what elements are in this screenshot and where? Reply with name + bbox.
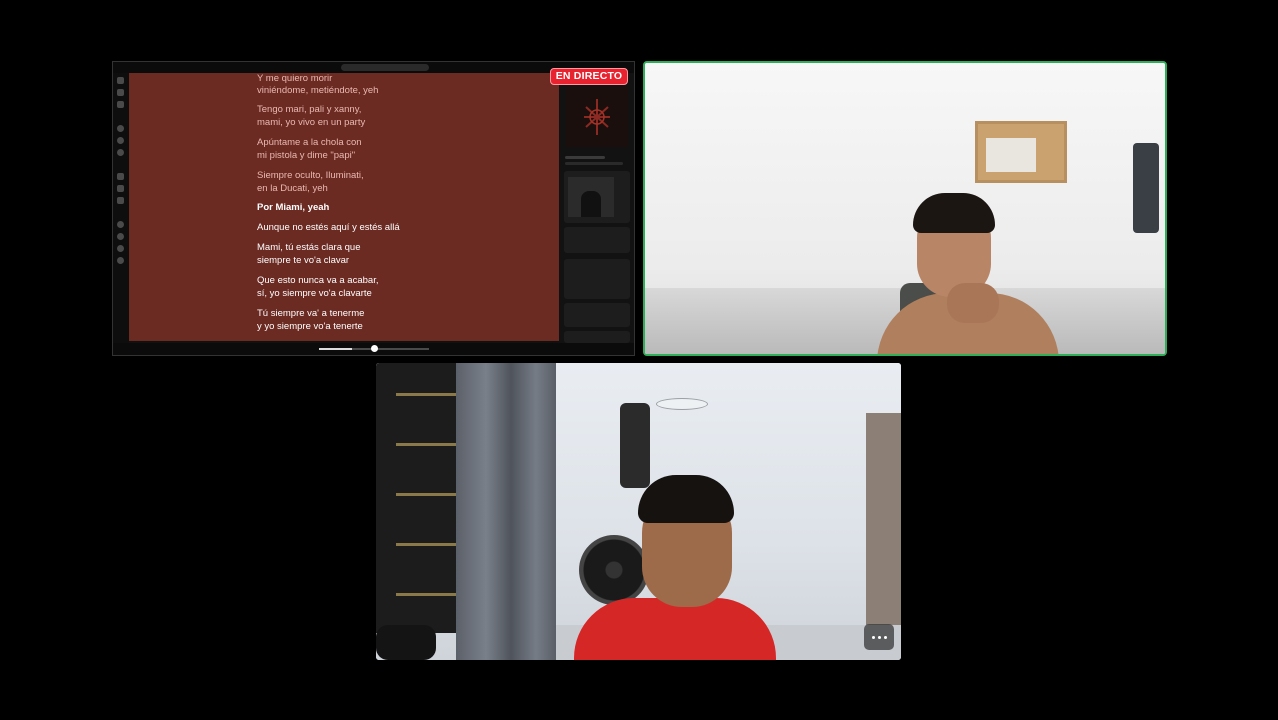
playlist-icon[interactable] [117, 221, 124, 228]
lyric-line[interactable]: siempre te vo'a clavar [257, 254, 349, 267]
lyric-line[interactable]: Mami, tú estás clara que [257, 241, 361, 254]
address-bar[interactable] [341, 64, 429, 71]
door [866, 413, 901, 628]
track-artist [565, 162, 623, 165]
curtain [456, 363, 556, 660]
playlist-icon[interactable] [117, 149, 124, 156]
participant-hand [947, 283, 999, 323]
player-controls-bar [113, 343, 634, 355]
lyric-line[interactable]: en la Ducati, yeh [257, 182, 328, 195]
wall-corkboard [975, 121, 1067, 183]
wall-car-model [620, 403, 650, 488]
lyric-line-active[interactable]: Por Miami, yeah [257, 201, 329, 214]
track-title [565, 156, 605, 159]
playlist-icon[interactable] [117, 125, 124, 132]
more-options-button[interactable] [864, 624, 894, 650]
lyric-line[interactable]: Que esto nunca va a acabar, [257, 274, 378, 287]
playlist-icon[interactable] [117, 197, 124, 204]
participant-hair [913, 193, 995, 233]
lyric-line[interactable]: Aunque no estés aquí y estés allá [257, 221, 400, 234]
playlist-icon[interactable] [117, 245, 124, 252]
search-icon[interactable] [117, 89, 124, 96]
playlist-icon[interactable] [117, 137, 124, 144]
about-card [564, 227, 630, 253]
hanging-shirt [1133, 143, 1159, 233]
more-dots-icon [871, 635, 875, 639]
video-call-stage: Y me quiero morir viniéndome, metiéndote… [0, 0, 1278, 720]
live-badge: EN DIRECTO [550, 68, 628, 85]
album-symbol-icon [584, 99, 610, 135]
playlist-icon[interactable] [117, 257, 124, 264]
participant-body [574, 598, 776, 660]
lyrics-panel: Y me quiero morir viniéndome, metiéndote… [129, 73, 559, 341]
lyric-line[interactable]: y yo siempre vo'a tenerte [257, 320, 363, 333]
lyric-line[interactable]: mi pistola y dime "papi" [257, 149, 355, 162]
lyric-line[interactable]: Tú siempre va' a tenerme [257, 307, 364, 320]
dumbbells [376, 625, 436, 660]
credits-card [564, 259, 630, 299]
playlist-icon[interactable] [117, 173, 124, 180]
next-card [564, 331, 630, 343]
lyric-line[interactable]: Siempre oculto, Iluminati, [257, 169, 364, 182]
self-video-tile[interactable] [376, 363, 901, 660]
participant-video-tile[interactable] [643, 61, 1167, 356]
screen-share-tile[interactable]: Y me quiero morir viniéndome, metiéndote… [112, 61, 635, 356]
playlist-icon[interactable] [117, 233, 124, 240]
lyric-line[interactable]: Apúntame a la chola con [257, 136, 362, 149]
lyric-line[interactable]: viniéndome, metiéndote, yeh [257, 84, 378, 97]
album-art [566, 87, 628, 147]
library-icon[interactable] [117, 101, 124, 108]
lyric-line[interactable]: mami, yo vivo en un party [257, 116, 365, 129]
ring-light [656, 398, 708, 410]
video-thumbnail[interactable] [568, 177, 614, 217]
queue-card [564, 303, 630, 327]
now-playing-panel [560, 73, 634, 345]
app-sidebar [113, 73, 129, 345]
playlist-icon[interactable] [117, 185, 124, 192]
lyric-line[interactable]: sí, yo siempre vo'a clavarte [257, 287, 372, 300]
home-icon[interactable] [117, 77, 124, 84]
pause-icon[interactable] [371, 345, 378, 352]
standing-fan [579, 535, 649, 605]
lyric-line[interactable]: Tengo mari, pali y xanny, [257, 103, 361, 116]
